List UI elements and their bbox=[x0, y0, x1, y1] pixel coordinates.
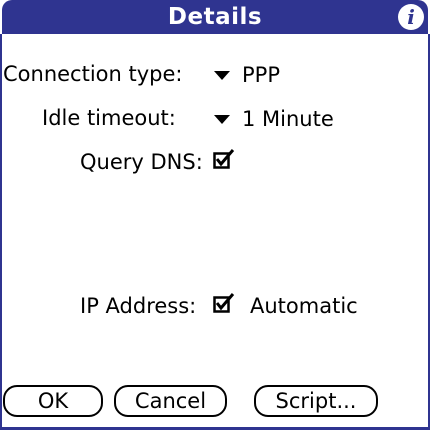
query-dns-checkbox[interactable] bbox=[213, 148, 235, 169]
ip-address-label: IP Address: bbox=[80, 294, 197, 318]
script-button[interactable]: Script... bbox=[254, 385, 378, 417]
checkbox-checked-icon bbox=[213, 293, 235, 313]
idle-timeout-dropdown[interactable]: 1 Minute bbox=[214, 106, 334, 132]
cancel-button[interactable]: Cancel bbox=[114, 385, 227, 417]
dialog-title: Details bbox=[167, 4, 263, 30]
info-icon[interactable]: i bbox=[398, 4, 424, 30]
checkbox-checked-icon bbox=[213, 149, 235, 169]
connection-type-dropdown[interactable]: PPP bbox=[214, 62, 280, 88]
ok-button[interactable]: OK bbox=[3, 385, 103, 417]
title-bar: Details i bbox=[0, 0, 430, 36]
info-glyph: i bbox=[407, 5, 415, 29]
ip-address-option-text: Automatic bbox=[250, 294, 358, 318]
connection-type-value: PPP bbox=[242, 63, 280, 87]
query-dns-label: Query DNS: bbox=[80, 150, 203, 174]
dropdown-arrow-icon bbox=[214, 70, 230, 80]
dropdown-arrow-icon bbox=[214, 114, 230, 124]
idle-timeout-value: 1 Minute bbox=[242, 107, 334, 131]
dialog-frame bbox=[0, 34, 430, 430]
details-dialog: Details i Connection type: PPP Idle time… bbox=[0, 0, 430, 430]
connection-type-label: Connection type: bbox=[3, 62, 183, 86]
idle-timeout-label: Idle timeout: bbox=[42, 106, 176, 130]
ip-address-checkbox[interactable] bbox=[213, 292, 235, 313]
